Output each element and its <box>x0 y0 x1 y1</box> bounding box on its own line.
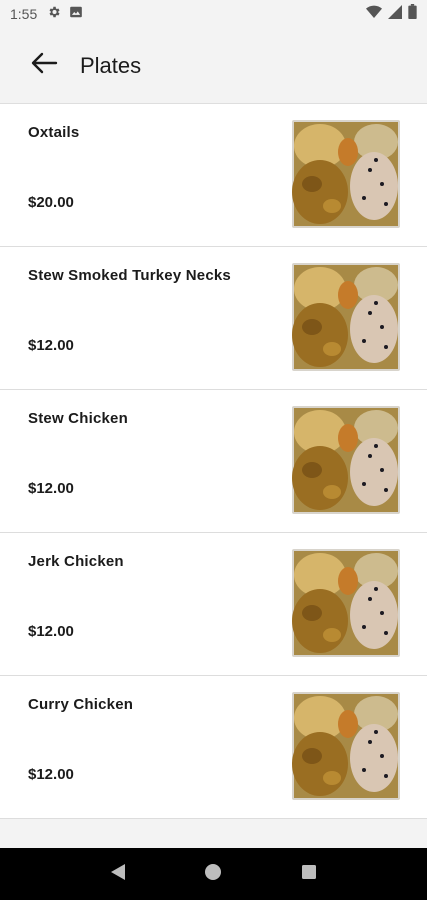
plate-image <box>292 692 400 800</box>
item-price: $12.00 <box>28 337 74 354</box>
image-icon <box>69 5 83 24</box>
signal-icon <box>388 4 402 24</box>
status-time: 1:55 <box>10 6 38 22</box>
item-price: $12.00 <box>28 480 74 497</box>
home-circle-icon <box>204 863 222 886</box>
plates-list: Oxtails $20.00 Stew Smoked Turkey Necks … <box>0 104 427 819</box>
nav-back-button[interactable] <box>98 854 138 894</box>
item-name: Jerk Chicken <box>28 553 124 570</box>
battery-icon <box>408 4 417 24</box>
list-item[interactable]: Curry Chicken $12.00 <box>0 676 427 819</box>
plate-image <box>292 120 400 228</box>
list-item[interactable]: Stew Smoked Turkey Necks $12.00 <box>0 247 427 390</box>
item-name: Stew Smoked Turkey Necks <box>28 267 231 284</box>
plate-image <box>292 263 400 371</box>
recents-square-icon <box>301 864 317 885</box>
item-price: $12.00 <box>28 623 74 640</box>
page-title: Plates <box>80 52 142 78</box>
item-name: Oxtails <box>28 124 80 141</box>
item-price: $12.00 <box>28 766 74 783</box>
plate-image <box>292 406 400 514</box>
back-triangle-icon <box>109 863 127 886</box>
status-system-icons <box>366 4 417 24</box>
gear-icon <box>47 5 61 24</box>
back-button[interactable] <box>22 44 66 88</box>
item-name: Stew Chicken <box>28 410 128 427</box>
list-item[interactable]: Oxtails $20.00 <box>0 104 427 247</box>
item-price: $20.00 <box>28 194 74 211</box>
status-bar: 1:55 <box>0 0 427 28</box>
arrow-left-icon <box>30 51 58 80</box>
plate-image <box>292 549 400 657</box>
navigation-bar <box>0 848 427 900</box>
wifi-icon <box>366 5 382 24</box>
item-name: Curry Chicken <box>28 696 134 713</box>
nav-recents-button[interactable] <box>289 854 329 894</box>
list-item[interactable]: Stew Chicken $12.00 <box>0 390 427 533</box>
app-bar: Plates <box>0 28 427 104</box>
list-item[interactable]: Jerk Chicken $12.00 <box>0 533 427 676</box>
status-notification-icons <box>47 5 83 24</box>
nav-home-button[interactable] <box>193 854 233 894</box>
